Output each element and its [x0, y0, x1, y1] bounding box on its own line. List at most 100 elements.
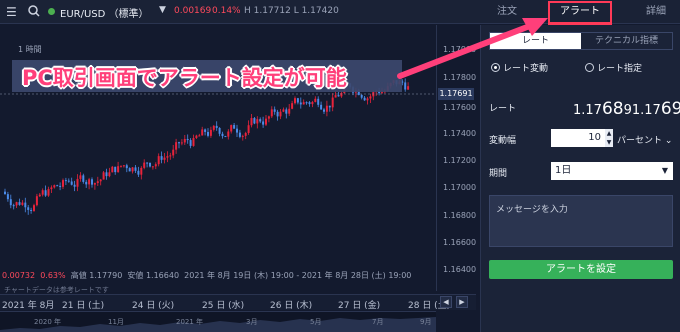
candle-body	[183, 138, 186, 143]
tab-alert[interactable]: アラート	[548, 0, 612, 24]
navigator-label: 11月	[108, 318, 124, 326]
candle-body	[96, 181, 99, 183]
chart-navigator[interactable]: 2020 年 11月 2021 年 3月 5月 7月 9月	[0, 311, 436, 332]
chevron-down-icon[interactable]: ▼	[159, 5, 166, 15]
candle-body	[198, 135, 201, 137]
range-low: 安値 1.16640	[127, 271, 180, 280]
tab-detail[interactable]: 詳細	[638, 0, 674, 24]
price-change: 0.00169	[174, 6, 212, 16]
chart-interval[interactable]: 1 時間	[18, 44, 42, 55]
candle-body	[195, 135, 198, 138]
range-change-percent: 0.63%	[40, 271, 66, 280]
candle-body	[38, 194, 41, 197]
candle-body	[265, 118, 267, 125]
y-tick: 1.17800	[443, 73, 477, 82]
candle-body	[35, 196, 38, 206]
candle-body	[178, 142, 180, 144]
y-tick: 1.16800	[443, 211, 477, 220]
y-tick: 1.17000	[443, 183, 477, 192]
candle-body	[360, 94, 363, 98]
candle-body	[218, 127, 221, 134]
hamburger-icon[interactable]: ☰	[6, 4, 20, 20]
candle-body	[273, 109, 276, 112]
period-value: 1日	[555, 165, 572, 176]
candle-body	[253, 118, 256, 124]
y-tick: 1.17400	[443, 129, 477, 138]
search-icon[interactable]	[26, 3, 42, 19]
candle-body	[186, 138, 189, 141]
candle-body	[230, 125, 233, 132]
candle-body	[18, 202, 21, 205]
candle-body	[291, 103, 294, 109]
y-tick: 1.16400	[443, 265, 477, 274]
candle-body	[128, 168, 131, 172]
period-select[interactable]: 1日 ▼	[551, 162, 673, 180]
y-tick: 1.17200	[443, 156, 477, 165]
candle-body	[15, 202, 18, 206]
radio-rate-change[interactable]: レート変動	[491, 61, 548, 74]
radio-rate-specify[interactable]: レート指定	[585, 61, 642, 74]
candle-body	[224, 136, 227, 138]
navigator-label: 9月	[420, 318, 432, 326]
candle-body	[64, 180, 67, 182]
candle-body	[82, 175, 85, 182]
candle-body	[143, 162, 146, 168]
candle-body	[30, 209, 33, 211]
price-change-percent: 0.14%	[212, 6, 241, 16]
candle-body	[67, 180, 70, 182]
alert-type-toggle: レート テクニカル指標	[489, 32, 673, 50]
candle-body	[317, 98, 320, 105]
radio-label: レート指定	[597, 64, 643, 74]
navigator-label: 7月	[372, 318, 384, 326]
candle-body	[160, 156, 163, 160]
candle-body	[215, 125, 218, 128]
message-input[interactable]: メッセージを入力	[489, 195, 673, 247]
x-tick: 2021 年 8月	[2, 301, 55, 311]
x-tick: 27 日 (金)	[338, 301, 381, 311]
y-tick: 1.16600	[443, 238, 477, 247]
change-width-input[interactable]: 10	[551, 129, 605, 147]
candle-body	[140, 167, 143, 175]
change-unit-select[interactable]: パーセント ⌄	[617, 133, 672, 146]
candle-body	[366, 98, 369, 101]
candle-body	[320, 104, 323, 110]
candle-body	[163, 157, 166, 160]
candle-body	[33, 205, 35, 211]
candle-body	[41, 190, 44, 195]
candle-body	[27, 207, 30, 210]
range-high: 高値 1.17790	[70, 271, 123, 280]
tab-order[interactable]: 注文	[487, 0, 527, 24]
seg-technical[interactable]: テクニカル指標	[581, 33, 672, 49]
annotation-text: PC取引画面でアラート設定が可能	[22, 66, 347, 90]
set-alert-button[interactable]: アラートを設定	[489, 260, 673, 279]
candle-body	[294, 98, 296, 104]
candle-body	[314, 98, 317, 102]
candle-body	[209, 129, 212, 136]
candle-body	[79, 175, 82, 179]
range-period: 2021 年 8月 19日 (木) 19:00 - 2021 年 8月 28日 …	[184, 271, 412, 280]
candle-body	[285, 109, 288, 114]
candle-body	[102, 172, 105, 180]
chevron-right-icon[interactable]: ▶	[456, 296, 468, 308]
candle-body	[180, 142, 183, 144]
currency-pair-label[interactable]: EUR/USD （標準）	[60, 5, 149, 20]
candle-body	[62, 180, 64, 187]
candle-body	[91, 179, 93, 185]
top-bar: ☰ EUR/USD （標準） ▼ 0.00169 0.14% H 1.17712…	[0, 0, 680, 24]
candle-body	[157, 156, 160, 165]
x-tick: 24 日 (火)	[132, 301, 175, 311]
chevron-left-icon[interactable]: ◀	[440, 296, 452, 308]
radio-label: レート変動	[503, 64, 549, 74]
candle-body	[85, 181, 88, 185]
candle-body	[204, 129, 207, 132]
candle-body	[207, 131, 209, 136]
seg-rate[interactable]: レート	[490, 33, 581, 49]
period-label: 期間	[489, 169, 508, 179]
candle-body	[270, 109, 273, 117]
candle-body	[244, 132, 247, 136]
candle-body	[404, 82, 407, 90]
candle-body	[201, 129, 204, 136]
quantity-stepper[interactable]: ▲ ▼	[605, 129, 613, 147]
candle-body	[149, 162, 151, 167]
candle-body	[146, 162, 149, 164]
